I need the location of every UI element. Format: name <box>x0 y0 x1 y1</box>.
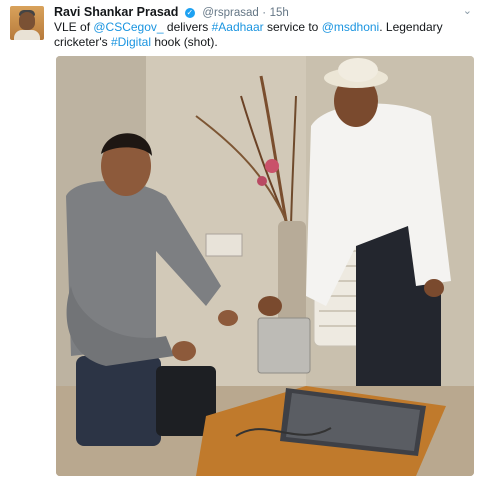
tweet-timestamp[interactable]: 15h <box>270 7 289 19</box>
photo-illustration <box>56 56 474 476</box>
chevron-down-icon[interactable]: ⌄ <box>463 4 472 17</box>
author-handle[interactable]: @rsprasad <box>202 7 258 19</box>
hashtag-digital[interactable]: #Digital <box>111 35 151 49</box>
mention-cscegov[interactable]: @CSCegov_ <box>93 20 163 34</box>
tweet-header: Ravi Shankar Prasad ✓ @rsprasad · 15h <box>54 5 289 19</box>
tweet-card: Ravi Shankar Prasad ✓ @rsprasad · 15h ⌄ … <box>0 0 484 480</box>
photo-device <box>257 317 311 374</box>
tweet-photo[interactable] <box>56 56 474 476</box>
avatar-body <box>14 30 40 40</box>
meta-separator: · <box>262 7 267 19</box>
mention-msdhoni[interactable]: @msdhoni <box>322 20 380 34</box>
author-avatar[interactable] <box>10 6 44 40</box>
author-name[interactable]: Ravi Shankar Prasad <box>54 5 178 19</box>
photo-switchboard <box>205 233 243 257</box>
hashtag-aadhaar[interactable]: #Aadhaar <box>212 20 264 34</box>
tweet-text-segment: VLE of <box>54 20 94 34</box>
tweet-text: VLE of @CSCegov_ delivers #Aadhaar servi… <box>54 20 464 50</box>
verified-badge-icon: ✓ <box>184 8 195 18</box>
avatar-face <box>19 12 35 30</box>
tweet-text-segment: service to <box>263 20 322 34</box>
tweet-text-segment: delivers <box>163 20 212 34</box>
tweet-text-segment: hook (shot). <box>151 35 218 49</box>
